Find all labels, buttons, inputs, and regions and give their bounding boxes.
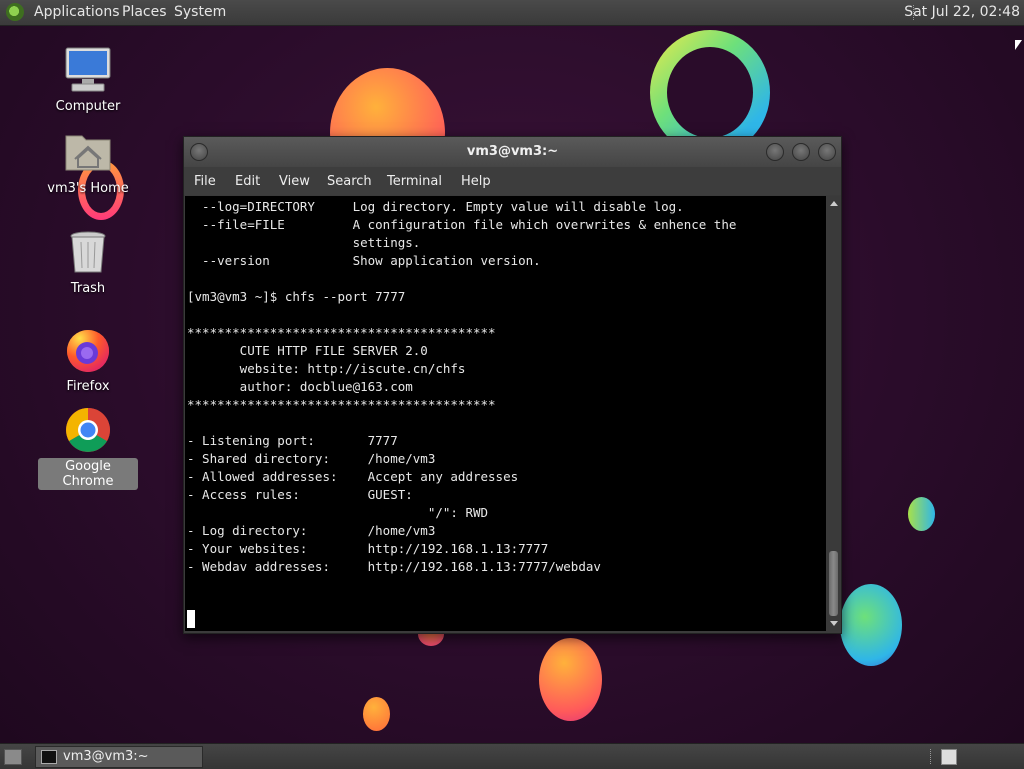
firefox-icon (64, 326, 112, 374)
desktop-icon-computer[interactable]: Computer (38, 46, 138, 115)
panel-separator (930, 749, 935, 764)
desktop-icon-label: Computer (55, 99, 121, 114)
menu-applications[interactable]: Applications (34, 4, 120, 20)
menu-view[interactable]: View (279, 174, 310, 189)
home-folder-icon (64, 128, 112, 176)
scroll-down-icon[interactable] (830, 621, 838, 626)
terminal-text: --log=DIRECTORY Log directory. Empty val… (187, 199, 737, 574)
top-panel: Applications Places System Sat Jul 22, 0… (0, 0, 1024, 26)
menu-edit[interactable]: Edit (235, 174, 260, 189)
bottom-panel: vm3@vm3:~ (0, 743, 1024, 769)
desktop-icon-label: Google Chrome (38, 458, 138, 490)
wallpaper-blob (363, 697, 390, 731)
desktop-icon-trash[interactable]: Trash (38, 228, 138, 297)
wallpaper-blob (908, 497, 935, 531)
scroll-up-icon[interactable] (830, 201, 838, 206)
menu-search[interactable]: Search (327, 174, 372, 189)
desktop-icon-home[interactable]: vm3's Home (38, 128, 138, 197)
desktop-icon-label: Firefox (66, 379, 110, 394)
maximize-button[interactable] (792, 143, 810, 161)
window-titlebar[interactable]: vm3@vm3:~ (184, 137, 841, 167)
terminal-menubar: File Edit View Search Terminal Help (184, 167, 841, 195)
desktop-icon-firefox[interactable]: Firefox (38, 326, 138, 395)
desktop-icon-label: vm3's Home (47, 181, 129, 196)
minimize-button[interactable] (766, 143, 784, 161)
scrollbar-thumb[interactable] (829, 551, 838, 616)
terminal-window[interactable]: vm3@vm3:~ File Edit View Search Terminal… (183, 136, 842, 634)
trash-icon (64, 228, 112, 276)
terminal-scrollbar[interactable] (827, 196, 840, 631)
desktop-icon-chrome[interactable]: Google Chrome (38, 406, 138, 490)
close-button[interactable] (818, 143, 836, 161)
workspace-switcher[interactable] (941, 749, 957, 765)
show-desktop-icon[interactable] (4, 749, 22, 765)
wallpaper-blob (539, 638, 602, 721)
window-title: vm3@vm3:~ (466, 144, 559, 159)
clock[interactable]: Sat Jul 22, 02:48 (904, 4, 1020, 20)
menu-help[interactable]: Help (461, 174, 491, 189)
taskbar-window-label: vm3@vm3:~ (63, 749, 149, 764)
terminal-output[interactable]: --log=DIRECTORY Log directory. Empty val… (185, 196, 826, 631)
menu-terminal[interactable]: Terminal (387, 174, 442, 189)
menu-file[interactable]: File (194, 174, 216, 189)
text-cursor (187, 610, 195, 628)
menu-system[interactable]: System (174, 4, 226, 20)
computer-icon (64, 46, 112, 94)
distro-logo-icon[interactable] (6, 3, 24, 21)
menu-places[interactable]: Places (122, 4, 167, 20)
desktop-icon-label: Trash (70, 281, 106, 296)
taskbar-window-button[interactable]: vm3@vm3:~ (35, 746, 203, 768)
terminal-icon (41, 750, 57, 764)
chrome-icon (64, 406, 112, 454)
mouse-pointer-icon (1015, 40, 1022, 50)
wallpaper-blob (840, 584, 902, 666)
